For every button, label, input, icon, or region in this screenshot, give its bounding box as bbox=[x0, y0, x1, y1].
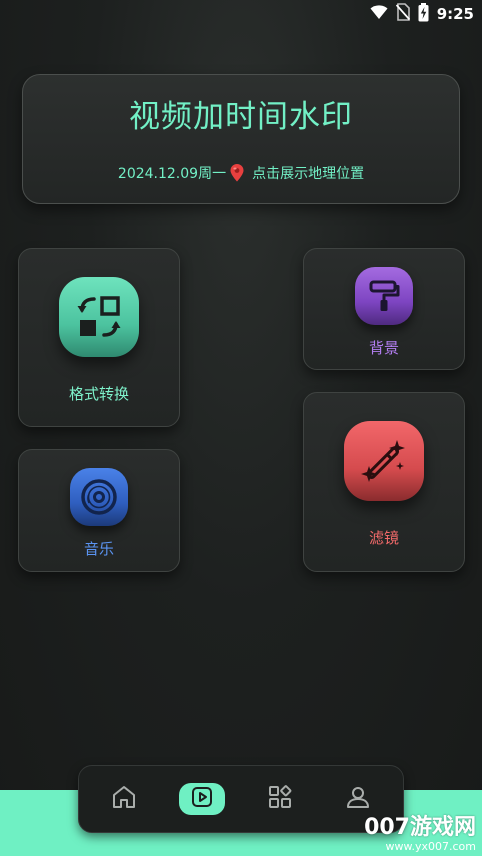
nav-video-button[interactable] bbox=[179, 783, 225, 815]
filter-tile[interactable]: 滤镜 bbox=[303, 392, 465, 572]
home-icon bbox=[111, 784, 137, 814]
battery-charging-icon bbox=[418, 2, 429, 26]
bottom-navigation bbox=[78, 765, 404, 833]
background-label: 背景 bbox=[368, 339, 399, 357]
format-convert-tile[interactable]: 格式转换 bbox=[18, 248, 180, 427]
music-label: 音乐 bbox=[83, 540, 114, 558]
location-pin-icon[interactable] bbox=[229, 164, 245, 182]
format-convert-label: 格式转换 bbox=[68, 385, 129, 403]
watermark-main: 007游戏网 bbox=[364, 815, 476, 840]
background-tile[interactable]: 背景 bbox=[303, 248, 465, 370]
magic-wand-icon bbox=[344, 421, 424, 501]
page-title: 视频加时间水印 bbox=[129, 99, 353, 135]
video-play-icon bbox=[190, 785, 214, 813]
status-time: 9:25 bbox=[436, 5, 474, 23]
paint-roller-icon bbox=[355, 267, 413, 325]
show-location-link[interactable]: 点击展示地理位置 bbox=[252, 163, 364, 183]
nav-profile-button[interactable] bbox=[335, 783, 381, 815]
apps-grid-icon bbox=[267, 784, 293, 814]
music-tile[interactable]: 音乐 bbox=[18, 449, 180, 572]
filter-label: 滤镜 bbox=[368, 529, 399, 547]
status-icons: 9:25 bbox=[370, 2, 474, 26]
watermark-url: www.yx007.com bbox=[385, 840, 476, 853]
wifi-icon bbox=[370, 4, 388, 24]
date-weekday: 2024.12.09周一 bbox=[117, 166, 227, 182]
status-bar: 9:25 bbox=[0, 0, 482, 28]
header-card: 视频加时间水印 2024.12.09周一 点击展示地理位置 bbox=[22, 74, 460, 204]
music-disc-icon bbox=[70, 468, 128, 526]
date-location-line: 2024.12.09周一 点击展示地理位置 bbox=[23, 163, 459, 183]
format-convert-icon bbox=[59, 277, 139, 357]
nav-home-button[interactable] bbox=[101, 783, 147, 815]
site-watermark: 007游戏网 www.yx007.com bbox=[364, 815, 476, 853]
nav-apps-button[interactable] bbox=[257, 783, 303, 815]
no-sim-icon bbox=[395, 3, 410, 25]
profile-icon bbox=[345, 784, 371, 814]
